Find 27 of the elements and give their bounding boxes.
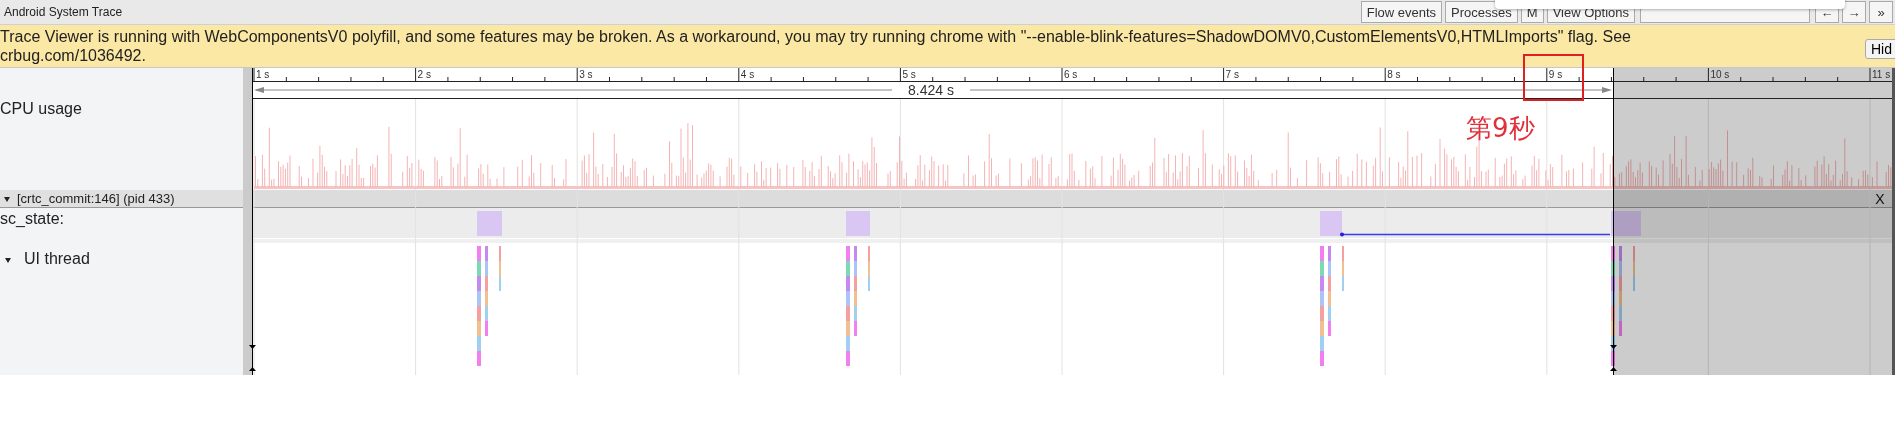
caret-icon[interactable] [3, 194, 11, 203]
tick-label: 1 s [256, 69, 270, 80]
warning-message: Trace Viewer is running with WebComponentsV0 polyfill, and some features may be broken. As a workaround, you may try running chrome with "--enable-blink-features=ShadowDOMV0,CustomElementsV0,HTMLImports" flag. See crbug.com/1036492. [0, 27, 1632, 65]
nav-button[interactable]: → [1842, 1, 1866, 23]
track-label: sc_state: [0, 209, 65, 228]
toolbar-button[interactable]: Flow events [1360, 1, 1443, 23]
close-button[interactable]: X [1875, 191, 1885, 207]
annotation-text: 第9秒 [1466, 112, 1535, 145]
hide-button[interactable]: Hid [1865, 39, 1895, 59]
highlight-frame [1523, 54, 1584, 101]
tick-label: 3 s [579, 69, 593, 80]
window-title: Android System Trace [3, 5, 123, 19]
tick-label: 2 s [417, 69, 431, 80]
tick-label: 10 s [1710, 69, 1730, 80]
tick-label: 9 s [1548, 69, 1563, 80]
tick-label: 11 s [1872, 69, 1891, 80]
track-label: UI thread [24, 250, 90, 268]
tick-label: 5 s [902, 69, 916, 80]
track-label: CPU usage [0, 99, 82, 118]
track-label: [crtc_commit:146] (pid 433) [17, 191, 175, 206]
tick-label: 7 s [1225, 69, 1239, 80]
nav-button[interactable]: » [1869, 1, 1893, 23]
tick-label: 8 s [1387, 69, 1401, 80]
caret-icon[interactable] [4, 256, 12, 264]
duration-label: 8.424 s [908, 82, 954, 98]
tick-label: 6 s [1064, 69, 1078, 80]
tick-label: 4 s [740, 69, 755, 80]
